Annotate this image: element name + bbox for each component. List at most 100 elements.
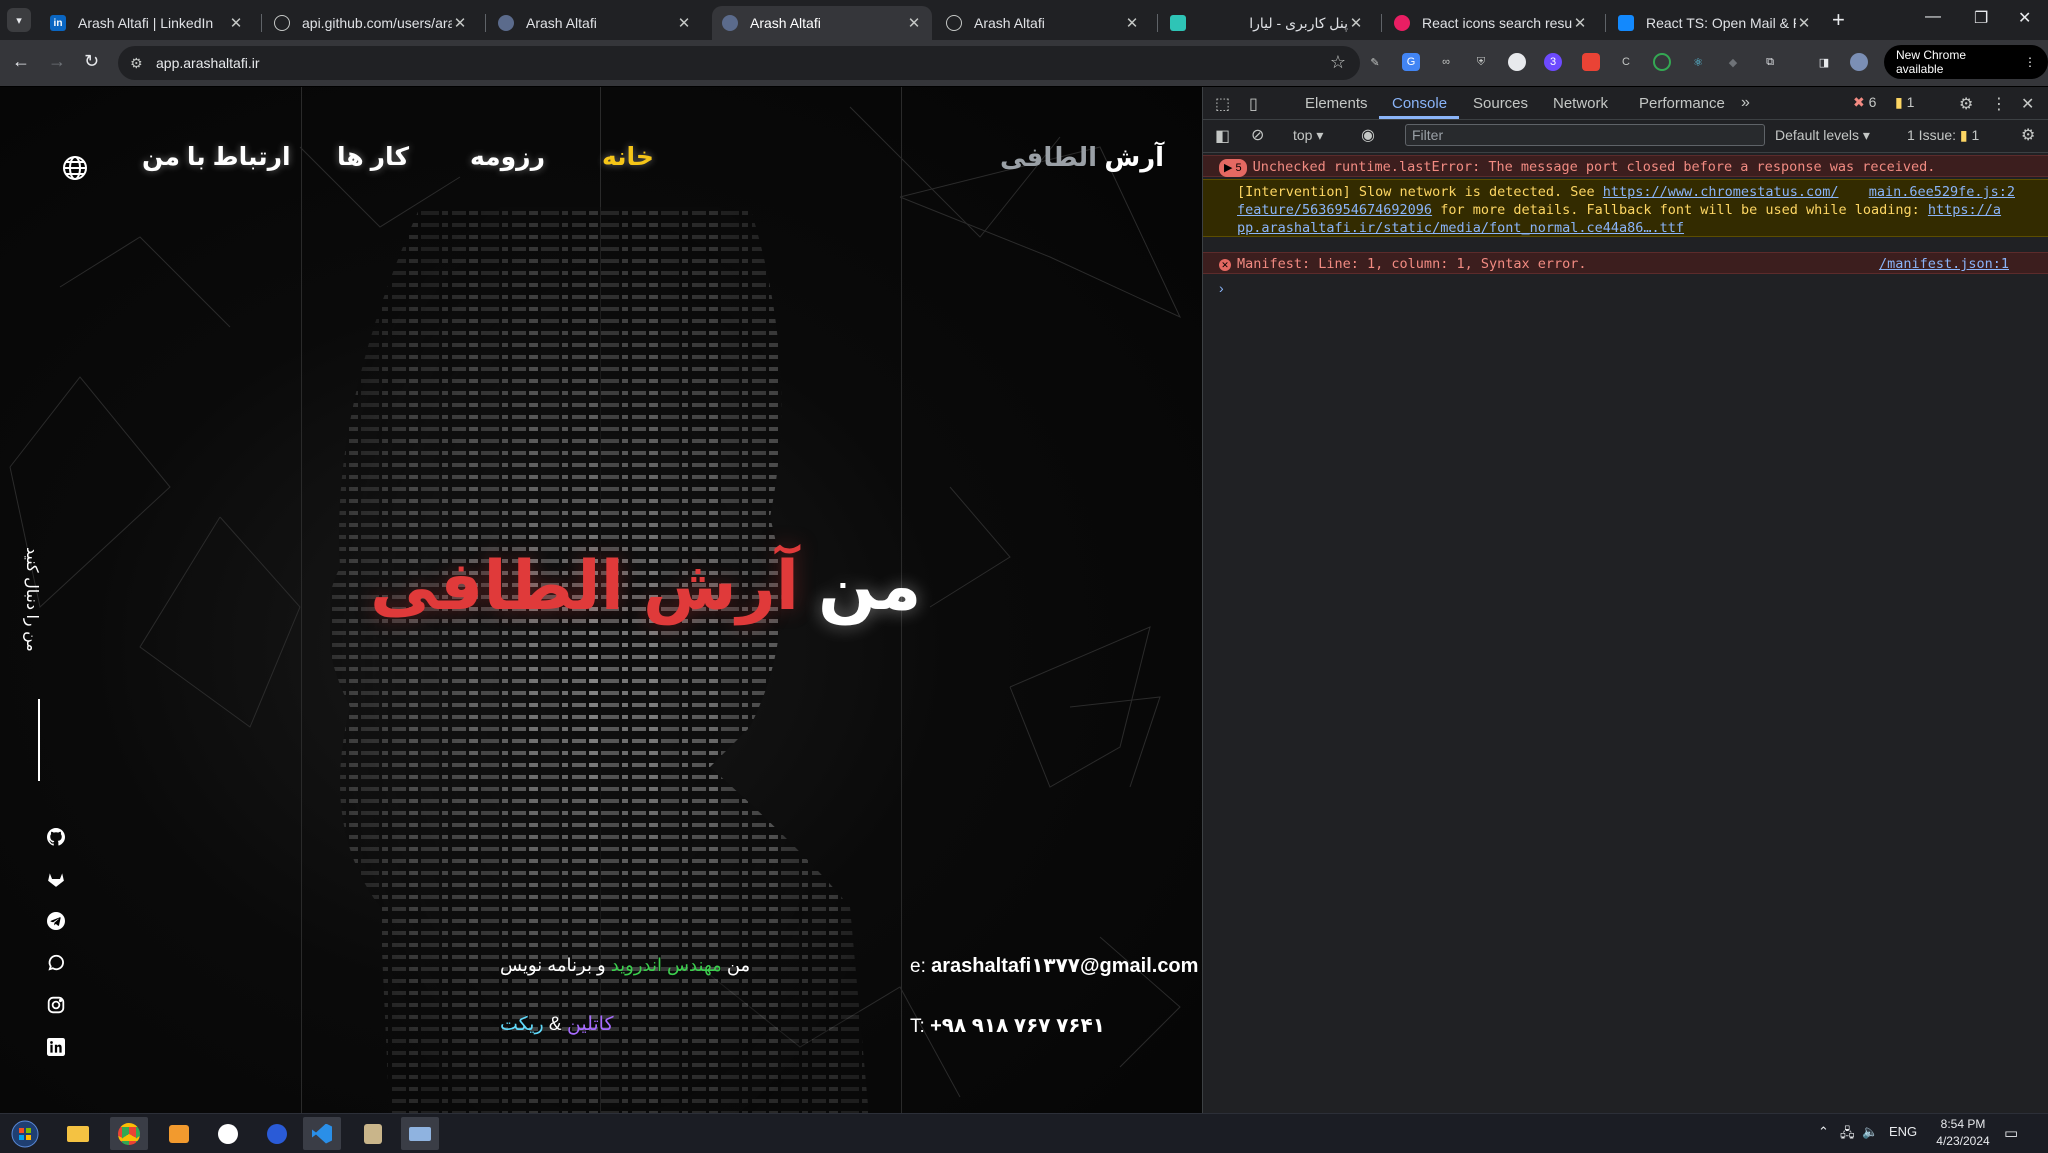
- tab-sources[interactable]: Sources: [1473, 95, 1528, 112]
- eyedropper-icon[interactable]: ✎: [1366, 53, 1384, 71]
- console-message-error[interactable]: ▶ 5 Unchecked runtime.lastError: The mess…: [1203, 155, 2048, 177]
- more-tabs-icon[interactable]: »: [1741, 94, 1750, 112]
- more-vertical-icon[interactable]: ⋮: [1991, 94, 2007, 114]
- close-icon[interactable]: ✕: [452, 14, 468, 32]
- bookmark-star-icon[interactable]: ☆: [1330, 52, 1346, 73]
- restore-button[interactable]: ❐: [1974, 8, 1988, 28]
- email-link[interactable]: e: arashaltafi۱۳۷۷@gmail.com: [910, 953, 1198, 978]
- nav-contact[interactable]: ارتباط با من: [142, 142, 291, 172]
- warning-source-link[interactable]: main.6ee529fe.js:2: [1869, 183, 2015, 201]
- network-icon[interactable]: 🖧: [1840, 1124, 1855, 1146]
- linkedin-icon[interactable]: [46, 1037, 66, 1057]
- telegram-icon[interactable]: [46, 911, 66, 931]
- badge-ext-icon[interactable]: 3: [1544, 53, 1562, 71]
- close-icon[interactable]: ✕: [1124, 14, 1140, 32]
- sidebar-toggle-icon[interactable]: ◧: [1215, 126, 1230, 146]
- address-bar[interactable]: ⚙ app.arashaltafi.ir ☆: [118, 46, 1360, 80]
- console-prompt[interactable]: ›: [1219, 280, 1224, 296]
- vscode-icon[interactable]: [303, 1117, 341, 1150]
- font-link-cont[interactable]: pp.arashaltafi.ir/static/media/font_norm…: [1237, 220, 1684, 236]
- extensions-puzzle-icon[interactable]: ⧉: [1761, 53, 1779, 71]
- app-icon[interactable]: [258, 1117, 296, 1150]
- browser-tab-1[interactable]: in Arash Altafi | LinkedIn ✕: [40, 6, 254, 40]
- console-message-warning[interactable]: [Intervention] Slow network is detected.…: [1203, 179, 2048, 237]
- chromestatus-link[interactable]: https://www.chromestatus.com/: [1603, 184, 1839, 200]
- browser-tab-6[interactable]: پنل کاربری - لیارا ✕: [1160, 6, 1374, 40]
- react-devtools-icon[interactable]: ⚛: [1689, 53, 1707, 71]
- profile-ext-icon[interactable]: [1508, 53, 1526, 71]
- browser-tab-2[interactable]: api.github.com/users/arashaltafi ✕: [264, 6, 478, 40]
- notification-icon[interactable]: ▭: [2004, 1124, 2018, 1142]
- gitlab-icon[interactable]: [46, 869, 66, 889]
- volume-icon[interactable]: 🔈: [1862, 1124, 1878, 1140]
- console-filter-input[interactable]: Filter: [1405, 124, 1765, 146]
- site-logo[interactable]: آرش الطافی: [1000, 142, 1164, 173]
- tab-network[interactable]: Network: [1553, 95, 1608, 112]
- code-ext-icon[interactable]: C: [1617, 53, 1635, 71]
- translate-icon[interactable]: G: [1402, 53, 1420, 71]
- reload-button[interactable]: ↻: [84, 51, 99, 72]
- github-icon[interactable]: [46, 827, 66, 847]
- clear-console-icon[interactable]: ⊘: [1251, 125, 1264, 145]
- nav-resume[interactable]: رزومه: [470, 142, 545, 172]
- tab-search-button[interactable]: ▾: [7, 8, 31, 32]
- tab-performance[interactable]: Performance: [1639, 95, 1725, 112]
- tray-chevron-icon[interactable]: ⌃: [1818, 1124, 1829, 1140]
- start-button[interactable]: [6, 1117, 44, 1150]
- new-tab-button[interactable]: +: [1832, 8, 1845, 32]
- media-player-icon[interactable]: [160, 1117, 198, 1150]
- language-indicator[interactable]: ENG: [1889, 1124, 1917, 1139]
- file-explorer-icon[interactable]: [59, 1117, 97, 1150]
- console-settings-gear-icon[interactable]: ⚙: [2021, 125, 2035, 145]
- close-icon[interactable]: ✕: [906, 14, 922, 32]
- site-info-icon[interactable]: ⚙: [130, 55, 143, 72]
- close-icon[interactable]: ✕: [1796, 14, 1812, 32]
- forward-button[interactable]: →: [48, 51, 66, 72]
- app-icon[interactable]: [209, 1117, 247, 1150]
- tab-console[interactable]: Console: [1392, 95, 1447, 112]
- nav-home[interactable]: خانه: [602, 142, 654, 172]
- font-link[interactable]: https://a: [1928, 202, 2001, 218]
- system-clock[interactable]: 8:54 PM 4/23/2024: [1928, 1116, 1998, 1150]
- side-panel-icon[interactable]: ◨: [1815, 53, 1833, 71]
- device-toolbar-icon[interactable]: ▯: [1249, 94, 1258, 114]
- chrome-taskbar-icon[interactable]: [110, 1117, 148, 1150]
- manifest-source-link[interactable]: /manifest.json:1: [1879, 255, 2009, 273]
- app-icon[interactable]: [401, 1117, 439, 1150]
- minimize-button[interactable]: —: [1925, 8, 1941, 26]
- browser-tab-5[interactable]: Arash Altafi ✕: [936, 6, 1150, 40]
- close-icon[interactable]: ✕: [1348, 14, 1364, 32]
- avatar[interactable]: [1850, 53, 1868, 71]
- browser-tab-8[interactable]: React TS: Open Mail & Phone ✕: [1608, 6, 1822, 40]
- whatsapp-icon[interactable]: [46, 953, 66, 973]
- back-button[interactable]: ←: [12, 51, 30, 72]
- phone-link[interactable]: T: +۹۸ ۹۱۸ ۷۶۷ ۷۶۴۱: [910, 1013, 1105, 1038]
- close-window-button[interactable]: ✕: [2018, 8, 2031, 28]
- browser-tab-3[interactable]: Arash Altafi ✕: [488, 6, 702, 40]
- mail-ext-icon[interactable]: [1582, 53, 1600, 71]
- diamond-ext-icon[interactable]: ◆: [1724, 53, 1742, 71]
- instagram-icon[interactable]: [46, 995, 66, 1015]
- tab-elements[interactable]: Elements: [1305, 95, 1368, 112]
- issues-button[interactable]: 1 Issue: ▮ 1: [1907, 127, 1979, 144]
- app-icon[interactable]: [354, 1117, 392, 1150]
- settings-gear-icon[interactable]: ⚙: [1959, 94, 1973, 114]
- live-expression-eye-icon[interactable]: ◉: [1361, 125, 1375, 145]
- warning-count[interactable]: ▮ 1: [1895, 94, 1914, 111]
- inspect-element-icon[interactable]: ⬚: [1215, 94, 1230, 114]
- chromestatus-link-cont[interactable]: feature/5636954674692096: [1237, 202, 1432, 218]
- context-selector[interactable]: top ▾: [1293, 127, 1323, 144]
- language-globe-icon[interactable]: [62, 155, 88, 186]
- shield-icon[interactable]: ⛨: [1472, 53, 1490, 71]
- close-icon[interactable]: ✕: [228, 14, 244, 32]
- browser-tab-4-active[interactable]: Arash Altafi ✕: [712, 6, 932, 40]
- close-icon[interactable]: ✕: [1572, 14, 1588, 32]
- target-ext-icon[interactable]: [1653, 53, 1671, 71]
- mask-icon[interactable]: ∞: [1437, 53, 1455, 71]
- close-devtools-icon[interactable]: ✕: [2021, 94, 2034, 114]
- nav-works[interactable]: کار ها: [337, 142, 409, 172]
- console-message-error[interactable]: ✕ Manifest: Line: 1, column: 1, Syntax er…: [1203, 252, 2048, 274]
- log-levels-dropdown[interactable]: Default levels ▾: [1775, 127, 1870, 144]
- close-icon[interactable]: ✕: [676, 14, 692, 32]
- browser-tab-7[interactable]: React icons search results ✕: [1384, 6, 1598, 40]
